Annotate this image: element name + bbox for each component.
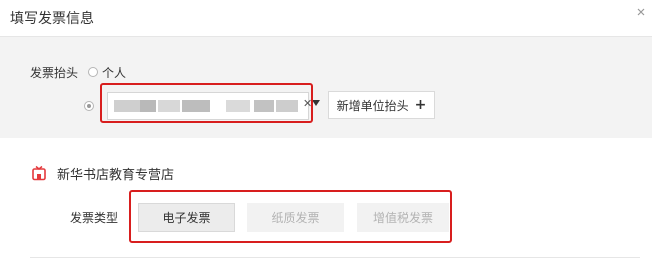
store-name: 新华书店教育专营店 [57,168,175,183]
company-title-input[interactable] [107,92,309,120]
vat-invoice-button[interactable]: 增值税发票 [357,203,449,232]
obscured-text [182,100,210,112]
obscured-text [226,100,250,112]
dialog-title: 填写发票信息 [10,11,94,27]
invoice-header-label: 发票抬头 [30,66,79,80]
add-company-title-label: 新增单位抬头 [336,98,409,113]
invoice-header-section: 发票抬头 个人 ✕ 新增单位抬头 + [0,37,652,138]
divider [30,257,640,258]
obscured-text [158,100,180,112]
invoice-type-label: 发票类型 [70,211,119,225]
add-company-title-button[interactable]: 新增单位抬头 + [328,91,435,119]
personal-option-label[interactable]: 个人 [102,64,126,81]
paper-invoice-button[interactable]: 纸质发票 [247,203,344,232]
store-icon [31,165,47,181]
dialog-header: 填写发票信息 [0,0,652,37]
obscured-text [114,100,140,112]
company-radio[interactable] [84,101,94,111]
obscured-text [254,100,274,112]
electronic-invoice-button[interactable]: 电子发票 [138,203,235,232]
dropdown-arrow-icon[interactable] [312,100,320,106]
obscured-text [276,100,298,112]
close-icon[interactable] [636,6,648,24]
personal-radio[interactable] [88,67,98,77]
obscured-text [140,100,156,112]
plus-icon: + [414,97,427,113]
input-clear-icon[interactable]: ✕ [303,97,312,110]
